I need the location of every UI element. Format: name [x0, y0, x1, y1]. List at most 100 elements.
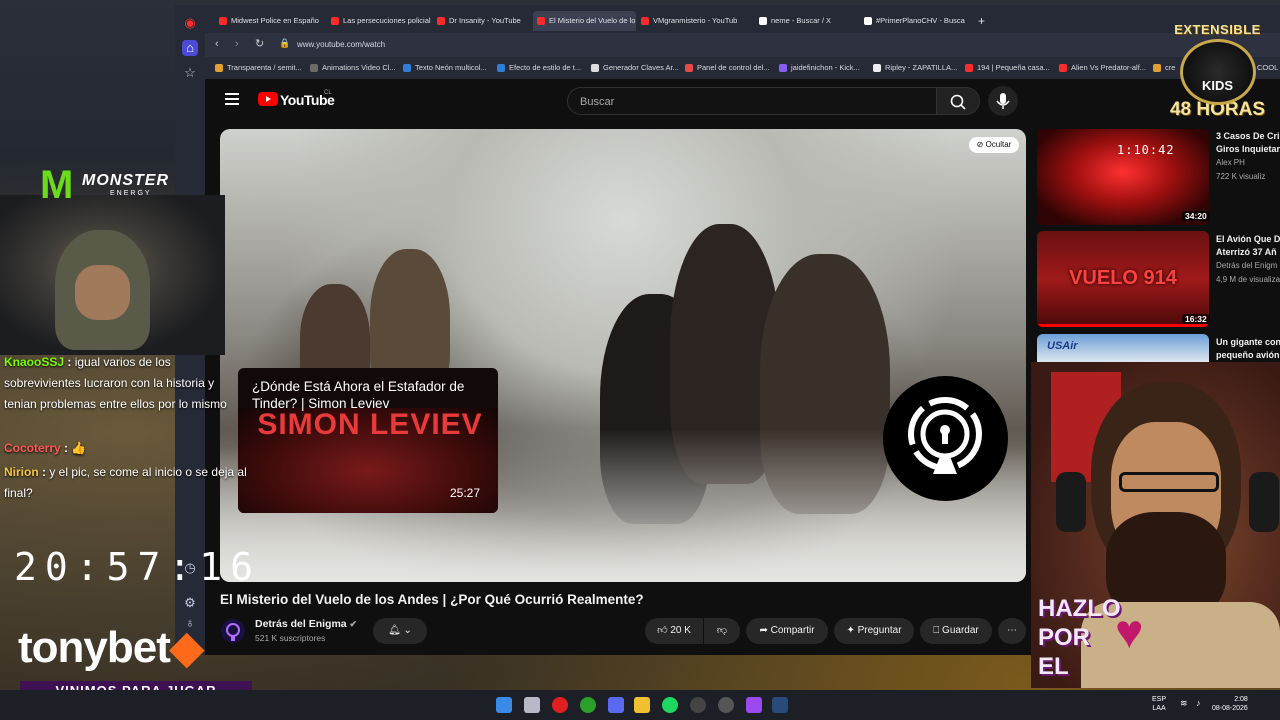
save-button[interactable]: ⎕ Guardar: [920, 618, 992, 644]
chat-message: KnaooSSJ : igual varios de los sobrevivi…: [4, 355, 227, 411]
forward-icon[interactable]: ›: [235, 38, 239, 50]
tab-persecuciones[interactable]: Las persecuciones policial: [327, 11, 432, 31]
recommendation-title[interactable]: 3 Casos De Cri: [1216, 130, 1280, 142]
recommendation-title[interactable]: Un gigante con: [1216, 336, 1280, 348]
thumbnail-timestamp: 1:10:42: [1117, 143, 1175, 157]
tab-x-neme[interactable]: neme - Buscar / X: [755, 11, 855, 31]
opera-taskbar-icon[interactable]: [552, 697, 568, 713]
video-title: El Misterio del Vuelo de los Andes | ¿Po…: [220, 592, 644, 607]
bookmark-item[interactable]: Texto Neón multicol...: [403, 61, 487, 75]
spotify-icon[interactable]: [662, 697, 678, 713]
home-icon[interactable]: ⌂: [182, 40, 198, 56]
keyboard-language[interactable]: ESP LAA: [1152, 695, 1166, 713]
bookmark-item[interactable]: Generador Claves Ar...: [591, 61, 679, 75]
notifications-button[interactable]: 🔔︎ ⌄: [373, 618, 427, 644]
bookmark-favicon-icon: [1059, 64, 1067, 72]
url-field[interactable]: www.youtube.com/watch: [297, 38, 385, 52]
star-icon[interactable]: ☆: [182, 65, 198, 81]
more-actions-button[interactable]: ⋯: [998, 618, 1026, 644]
bookmark-favicon-icon: [403, 64, 411, 72]
recommendation-channel[interactable]: Detrás del Enigm: [1216, 261, 1280, 270]
recommendation-title[interactable]: Giros Inquietan: [1216, 143, 1280, 155]
dislike-button[interactable]: 👎︎: [704, 618, 740, 644]
tab-x-primerplano[interactable]: #PrimerPlanoCHV - Busca: [860, 11, 970, 31]
youtube-favicon-icon: [219, 17, 227, 25]
hide-button[interactable]: ⊘ Ocultar: [969, 137, 1019, 153]
hazlo-por-el-text: HAZLO POR EL: [1038, 595, 1121, 680]
bookmark-item[interactable]: Alien Vs Predator-alf...: [1059, 61, 1146, 75]
tab-bar: Midwest Police en Españo Las persecucion…: [205, 5, 1280, 33]
recommendation-title[interactable]: El Avión Que D: [1216, 233, 1280, 245]
bookmark-item[interactable]: Efecto de estilo de t...: [497, 61, 581, 75]
file-explorer-icon[interactable]: [634, 697, 650, 713]
bookmark-item[interactable]: Animations Video Cl...: [310, 61, 396, 75]
youtube-favicon-icon: [641, 17, 649, 25]
extensible-badge: EXTENSIBLE KIDS 48 HORAS: [1160, 22, 1275, 121]
watch-progress-bar: [1037, 324, 1209, 327]
kids-mascot-icon: KIDS: [1179, 39, 1256, 105]
search-box: [567, 87, 937, 116]
sponsor-mark-icon: ◆: [169, 623, 204, 672]
recommendation-thumbnail[interactable]: VUELO 914: [1037, 231, 1209, 327]
share-button[interactable]: ➦ Compartir: [746, 618, 828, 644]
tab-dr-insanity[interactable]: Dr Insanity - YouTube: [433, 11, 533, 31]
steam-icon[interactable]: [772, 697, 788, 713]
subscriber-count: 521 K suscriptores: [255, 633, 326, 643]
search-input[interactable]: [578, 88, 922, 116]
obs-icon[interactable]: [690, 697, 706, 713]
system-clock[interactable]: 2:08 08-08-2026: [1212, 695, 1248, 713]
sparkle-icon: ✦: [846, 625, 855, 636]
youtube-favicon-icon: [331, 17, 339, 25]
bookmark-item[interactable]: Ripley - ZAPATILLA...: [873, 61, 957, 75]
menu-icon[interactable]: [225, 93, 239, 105]
recommendation-thumbnail[interactable]: USAir: [1037, 334, 1209, 362]
recommendation-title[interactable]: Aterrizó 37 Añ: [1216, 246, 1280, 258]
thumbnail-text: USAir: [1047, 340, 1078, 352]
bookmark-item[interactable]: Panel de control del...: [685, 61, 770, 75]
bookmark-item[interactable]: 194 | Pequeña casa...: [965, 61, 1050, 75]
tab-vuelo-andes[interactable]: El Misterio del Vuelo de lo: [533, 11, 636, 31]
xbox-icon[interactable]: [580, 697, 596, 713]
thumbs-up-icon: 👍︎: [657, 625, 668, 636]
tab-vmgranmisterio[interactable]: VMgranmisterio - YouTub: [637, 11, 742, 31]
recommendation-views: 722 K visualiz: [1216, 172, 1266, 181]
youtube-favicon-icon: [437, 17, 445, 25]
opera-icon[interactable]: ◉: [182, 15, 198, 31]
like-button[interactable]: 👍︎ 20 K: [645, 618, 703, 644]
card-title[interactable]: ¿Dónde Está Ahora el Estafador de Tinder…: [252, 378, 492, 412]
bookmark-item[interactable]: Transparenta / semit...: [215, 61, 302, 75]
bookmark-item[interactable]: jaidefinichon - Kick...: [779, 61, 860, 75]
search-button[interactable]: [936, 87, 980, 115]
recommendation-channel[interactable]: Alex PH: [1216, 158, 1280, 167]
sponsor-logo: tonybet◆: [18, 623, 204, 672]
app-icon[interactable]: [718, 697, 734, 713]
app-icon[interactable]: [746, 697, 762, 713]
microphone-icon: [996, 93, 1010, 109]
card-thumbnail-text: SIMON LEVIEV: [257, 408, 483, 441]
recommendation-duration: 34:20: [1182, 211, 1210, 221]
channel-avatar[interactable]: [221, 619, 245, 643]
new-tab-button[interactable]: +: [973, 11, 993, 31]
tab-midwest-police[interactable]: Midwest Police en Españo: [215, 11, 325, 31]
video-player[interactable]: [220, 129, 1026, 582]
discord-icon[interactable]: [608, 697, 624, 713]
x-favicon-icon: [759, 17, 767, 25]
bookmark-icon: ⎕: [933, 625, 940, 636]
recommendation-title[interactable]: pequeño avión: [1216, 349, 1280, 361]
chat-message: Cocoterry : 👍: [4, 441, 87, 455]
windows-start-icon[interactable]: [496, 697, 512, 713]
channel-name[interactable]: Detrás del Enigma ✔: [255, 618, 357, 630]
headphones-icon: [1056, 472, 1086, 532]
reload-icon[interactable]: ↻: [255, 37, 264, 50]
back-icon[interactable]: ‹: [215, 38, 219, 50]
voice-search-button[interactable]: [988, 86, 1018, 116]
youtube-logo-icon[interactable]: [258, 92, 278, 106]
task-view-icon[interactable]: [524, 697, 540, 713]
ask-button[interactable]: ✦ Preguntar: [834, 618, 914, 644]
bookmark-favicon-icon: [965, 64, 973, 72]
thumbnail-text: VUELO 914: [1069, 267, 1177, 289]
settings-icon[interactable]: ⚙: [182, 595, 198, 611]
volume-icon[interactable]: ♪: [1196, 698, 1201, 708]
verified-icon: ✔: [349, 619, 358, 629]
wifi-icon[interactable]: ≋: [1180, 698, 1188, 709]
